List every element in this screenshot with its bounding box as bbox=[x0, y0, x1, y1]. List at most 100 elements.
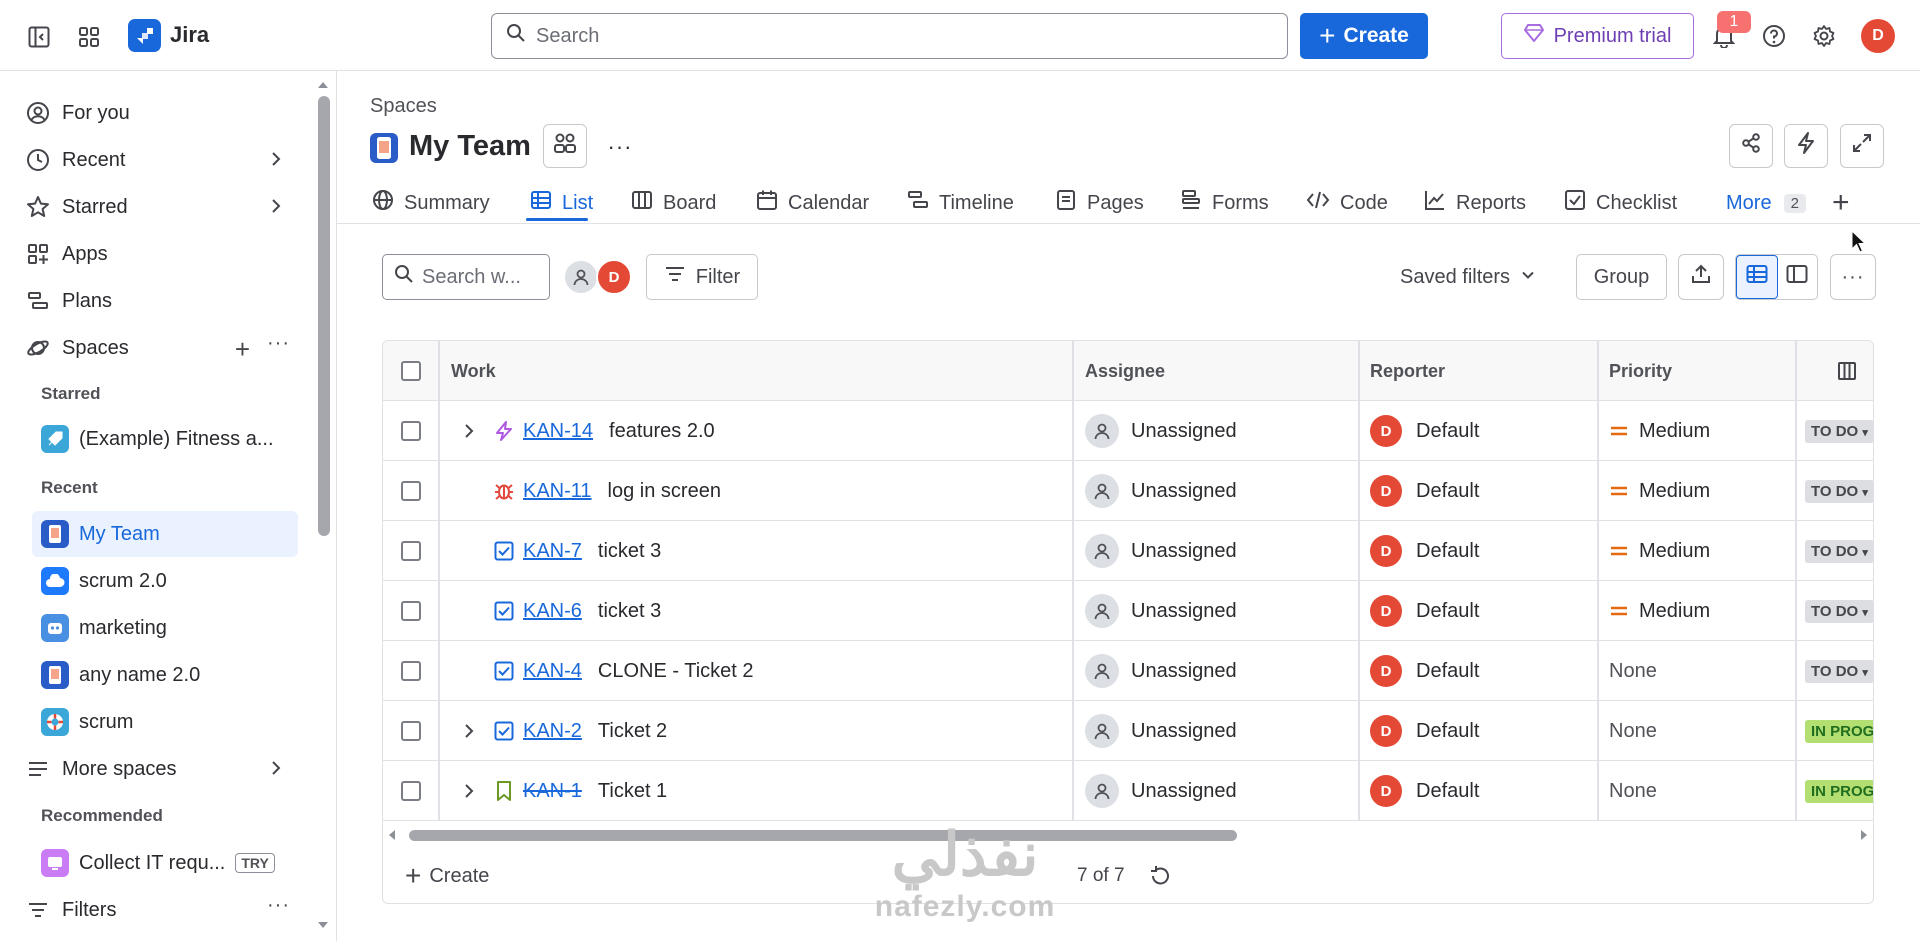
column-header-reporter[interactable]: Reporter bbox=[1370, 341, 1445, 401]
reporter-cell[interactable]: D Default bbox=[1370, 521, 1590, 581]
tab-checklist[interactable]: Checklist bbox=[1564, 182, 1677, 224]
work-item-summary[interactable]: ticket 3 bbox=[598, 600, 661, 623]
status-lozenge[interactable]: TO DO ▾ bbox=[1805, 539, 1873, 563]
chevron-right-icon[interactable] bbox=[266, 149, 286, 175]
row-checkbox[interactable] bbox=[401, 781, 421, 801]
global-search-input[interactable] bbox=[536, 24, 1236, 48]
chevron-right-icon[interactable] bbox=[266, 196, 286, 222]
sidebar-space-my-team[interactable]: My Team bbox=[32, 511, 298, 557]
table-row[interactable]: KAN-14 features 2.0 Unassigned D Default Medi… bbox=[383, 401, 1873, 461]
list-view-toggle[interactable] bbox=[1736, 255, 1778, 299]
assignee-cell[interactable]: Unassigned bbox=[1085, 761, 1355, 821]
sidebar-item-filters[interactable]: Filters ··· bbox=[24, 888, 298, 932]
share-button[interactable] bbox=[1729, 124, 1773, 168]
table-row[interactable]: KAN-7 ticket 3 Unassigned D Default Medium TO … bbox=[383, 521, 1873, 581]
create-button[interactable]: + Create bbox=[1300, 13, 1428, 59]
row-checkbox[interactable] bbox=[401, 541, 421, 561]
sidebar-more-spaces[interactable]: More spaces bbox=[24, 747, 298, 791]
row-checkbox[interactable] bbox=[401, 481, 421, 501]
select-all-checkbox[interactable] bbox=[401, 361, 421, 381]
work-item-key[interactable]: KAN-7 bbox=[523, 540, 582, 563]
status-cell[interactable]: TO DO ▾ bbox=[1805, 521, 1873, 581]
sidebar-item-starred[interactable]: Starred bbox=[24, 185, 298, 229]
row-checkbox[interactable] bbox=[401, 601, 421, 621]
jira-logo-icon[interactable] bbox=[128, 19, 161, 52]
assignee-cell[interactable]: Unassigned bbox=[1085, 521, 1355, 581]
sidebar-recommended-collect-it[interactable]: Collect IT requ... TRY bbox=[38, 840, 298, 886]
assignee-cell[interactable]: Unassigned bbox=[1085, 581, 1355, 641]
work-item-key[interactable]: KAN-11 bbox=[523, 480, 592, 503]
status-lozenge[interactable]: IN PROG bbox=[1805, 719, 1873, 743]
scroll-up-icon[interactable] bbox=[317, 80, 329, 90]
status-cell[interactable]: TO DO ▾ bbox=[1805, 641, 1873, 701]
work-item-key[interactable]: KAN-6 bbox=[523, 600, 582, 623]
expand-chevron-icon[interactable] bbox=[455, 722, 483, 740]
table-row[interactable]: KAN-11 log in screen Unassigned D Default Med… bbox=[383, 461, 1873, 521]
priority-cell[interactable]: Medium bbox=[1609, 401, 1789, 461]
user-avatar[interactable]: D bbox=[1861, 19, 1895, 53]
row-checkbox[interactable] bbox=[401, 421, 421, 441]
expand-chevron-icon[interactable] bbox=[455, 782, 483, 800]
priority-cell[interactable]: Medium bbox=[1609, 461, 1789, 521]
scroll-left-icon[interactable] bbox=[387, 829, 397, 841]
status-lozenge[interactable]: IN PROG bbox=[1805, 779, 1873, 803]
tab-more[interactable]: More 2 bbox=[1726, 182, 1806, 224]
tab-code[interactable]: Code bbox=[1306, 182, 1388, 224]
horizontal-scrollbar-thumb[interactable] bbox=[409, 830, 1237, 841]
status-cell[interactable]: TO DO ▾ bbox=[1805, 401, 1873, 461]
tab-calendar[interactable]: Calendar bbox=[756, 182, 869, 224]
sidebar-space-fitness[interactable]: (Example) Fitness a... bbox=[38, 416, 298, 462]
sidebar-toggle-icon[interactable] bbox=[26, 24, 52, 50]
status-cell[interactable]: TO DO ▾ bbox=[1805, 461, 1873, 521]
saved-filters-dropdown[interactable]: Saved filters bbox=[1400, 254, 1536, 300]
work-item-key[interactable]: KAN-2 bbox=[523, 720, 582, 743]
horizontal-scrollbar[interactable] bbox=[383, 823, 1873, 847]
reporter-cell[interactable]: D Default bbox=[1370, 401, 1590, 461]
reporter-cell[interactable]: D Default bbox=[1370, 641, 1590, 701]
reporter-cell[interactable]: D Default bbox=[1370, 701, 1590, 761]
status-lozenge[interactable]: TO DO ▾ bbox=[1805, 419, 1873, 443]
sidebar-item-apps[interactable]: Apps bbox=[24, 232, 298, 276]
group-button[interactable]: Group bbox=[1576, 254, 1667, 300]
work-item-summary[interactable]: CLONE - Ticket 2 bbox=[598, 660, 754, 683]
sidebar-space-marketing[interactable]: marketing bbox=[38, 605, 298, 651]
work-item-summary[interactable]: ticket 3 bbox=[598, 540, 661, 563]
add-space-plus-icon[interactable]: + bbox=[235, 334, 250, 365]
user-filter-avatar[interactable]: D bbox=[596, 259, 632, 295]
assignee-cell[interactable]: Unassigned bbox=[1085, 701, 1355, 761]
assignee-cell[interactable]: Unassigned bbox=[1085, 641, 1355, 701]
priority-cell[interactable]: Medium bbox=[1609, 581, 1789, 641]
tab-reports[interactable]: Reports bbox=[1424, 182, 1526, 224]
work-item-key[interactable]: KAN-4 bbox=[523, 660, 582, 683]
assignee-cell[interactable]: Unassigned bbox=[1085, 401, 1355, 461]
export-button[interactable] bbox=[1678, 254, 1724, 300]
automation-button[interactable] bbox=[1784, 124, 1828, 168]
sidebar-scrollbar-thumb[interactable] bbox=[318, 96, 330, 536]
tab-summary[interactable]: Summary bbox=[372, 182, 490, 224]
tab-board[interactable]: Board bbox=[631, 182, 716, 224]
project-more-icon[interactable]: ··· bbox=[600, 130, 640, 164]
column-header-assignee[interactable]: Assignee bbox=[1085, 341, 1165, 401]
sidebar-space-scrum-2[interactable]: scrum 2.0 bbox=[38, 558, 298, 604]
priority-cell[interactable]: Medium bbox=[1609, 521, 1789, 581]
column-header-priority[interactable]: Priority bbox=[1609, 341, 1672, 401]
table-row[interactable]: KAN-1 Ticket 1 Unassigned D Default None IN PR… bbox=[383, 761, 1873, 821]
table-row[interactable]: KAN-6 ticket 3 Unassigned D Default Medium TO … bbox=[383, 581, 1873, 641]
sidebar-item-plans[interactable]: Plans bbox=[24, 279, 298, 323]
chevron-right-icon[interactable] bbox=[266, 758, 286, 784]
priority-cell[interactable]: None bbox=[1609, 701, 1789, 761]
row-checkbox[interactable] bbox=[401, 721, 421, 741]
scroll-right-icon[interactable] bbox=[1859, 829, 1869, 841]
tab-forms[interactable]: Forms bbox=[1180, 182, 1269, 224]
work-item-summary[interactable]: Ticket 1 bbox=[598, 780, 667, 803]
priority-cell[interactable]: None bbox=[1609, 761, 1789, 821]
help-icon[interactable] bbox=[1760, 22, 1788, 50]
spaces-more-icon[interactable]: ··· bbox=[267, 332, 290, 355]
reporter-cell[interactable]: D Default bbox=[1370, 461, 1590, 521]
sidebar-space-any-name[interactable]: any name 2.0 bbox=[38, 652, 298, 698]
app-name[interactable]: Jira bbox=[170, 22, 209, 48]
expand-chevron-icon[interactable] bbox=[455, 422, 483, 440]
breadcrumb[interactable]: Spaces bbox=[370, 95, 437, 118]
sidebar-item-spaces[interactable]: Spaces + ··· bbox=[24, 326, 298, 370]
work-search[interactable] bbox=[382, 254, 550, 300]
